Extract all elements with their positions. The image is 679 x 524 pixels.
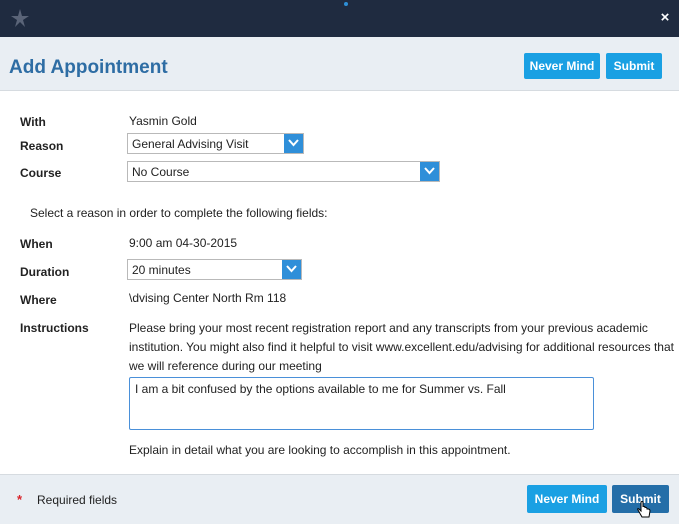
- star-logo-icon: [11, 9, 29, 27]
- where-label: Where: [20, 293, 57, 307]
- never-mind-button-top[interactable]: Never Mind: [524, 53, 600, 79]
- submit-button-top[interactable]: Submit: [606, 53, 662, 79]
- reason-label: Reason: [20, 139, 64, 153]
- chevron-down-icon[interactable]: [284, 134, 303, 153]
- duration-select[interactable]: 20 minutes: [127, 259, 302, 280]
- reason-select-value: General Advising Visit: [132, 137, 249, 151]
- where-value: \dvising Center North Rm 118: [129, 291, 287, 305]
- with-label: With: [20, 115, 46, 129]
- notes-textarea[interactable]: I am a bit confused by the options avail…: [129, 377, 594, 430]
- when-label: When: [20, 237, 53, 251]
- close-icon[interactable]: ×: [657, 10, 673, 26]
- course-label: Course: [20, 166, 62, 180]
- chevron-down-icon[interactable]: [420, 162, 439, 181]
- course-select-value: No Course: [132, 165, 190, 179]
- page-title: Add Appointment: [9, 57, 168, 78]
- notes-hint: Explain in detail what you are looking t…: [129, 443, 511, 457]
- required-asterisk: *: [17, 492, 23, 507]
- instructions-text: Please bring your most recent registrati…: [129, 321, 674, 373]
- required-fields-note: Required fields: [37, 493, 118, 507]
- reason-select[interactable]: General Advising Visit: [127, 133, 304, 154]
- window-titlebar: ×: [0, 0, 679, 37]
- chevron-down-icon[interactable]: [282, 260, 301, 279]
- instructions-label: Instructions: [20, 321, 89, 335]
- when-value: 9:00 am 04-30-2015: [129, 236, 238, 250]
- indicator-dot: [344, 2, 348, 6]
- duration-select-value: 20 minutes: [132, 263, 191, 277]
- never-mind-button-bottom[interactable]: Never Mind: [527, 485, 607, 513]
- course-select[interactable]: No Course: [127, 161, 440, 182]
- select-reason-prompt: Select a reason in order to complete the…: [30, 206, 328, 220]
- hand-cursor-icon: [637, 501, 651, 518]
- duration-label: Duration: [20, 265, 70, 279]
- with-value: Yasmin Gold: [129, 114, 197, 128]
